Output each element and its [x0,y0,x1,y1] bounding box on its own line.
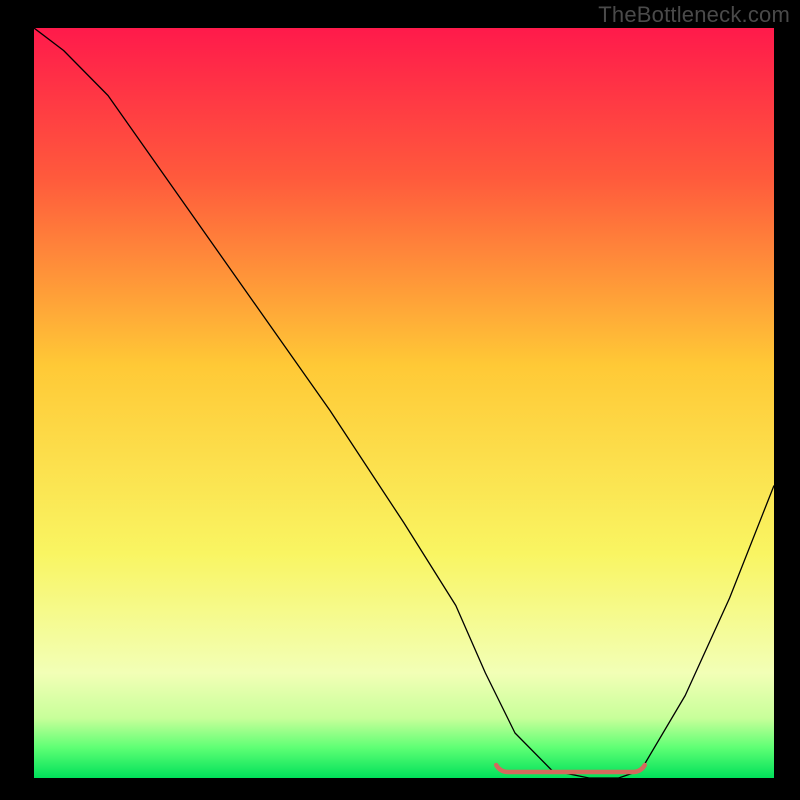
chart-svg [34,28,774,778]
chart-container: TheBottleneck.com [0,0,800,800]
plot-area [34,28,774,778]
watermark-text: TheBottleneck.com [598,2,790,28]
gradient-background [34,28,774,778]
